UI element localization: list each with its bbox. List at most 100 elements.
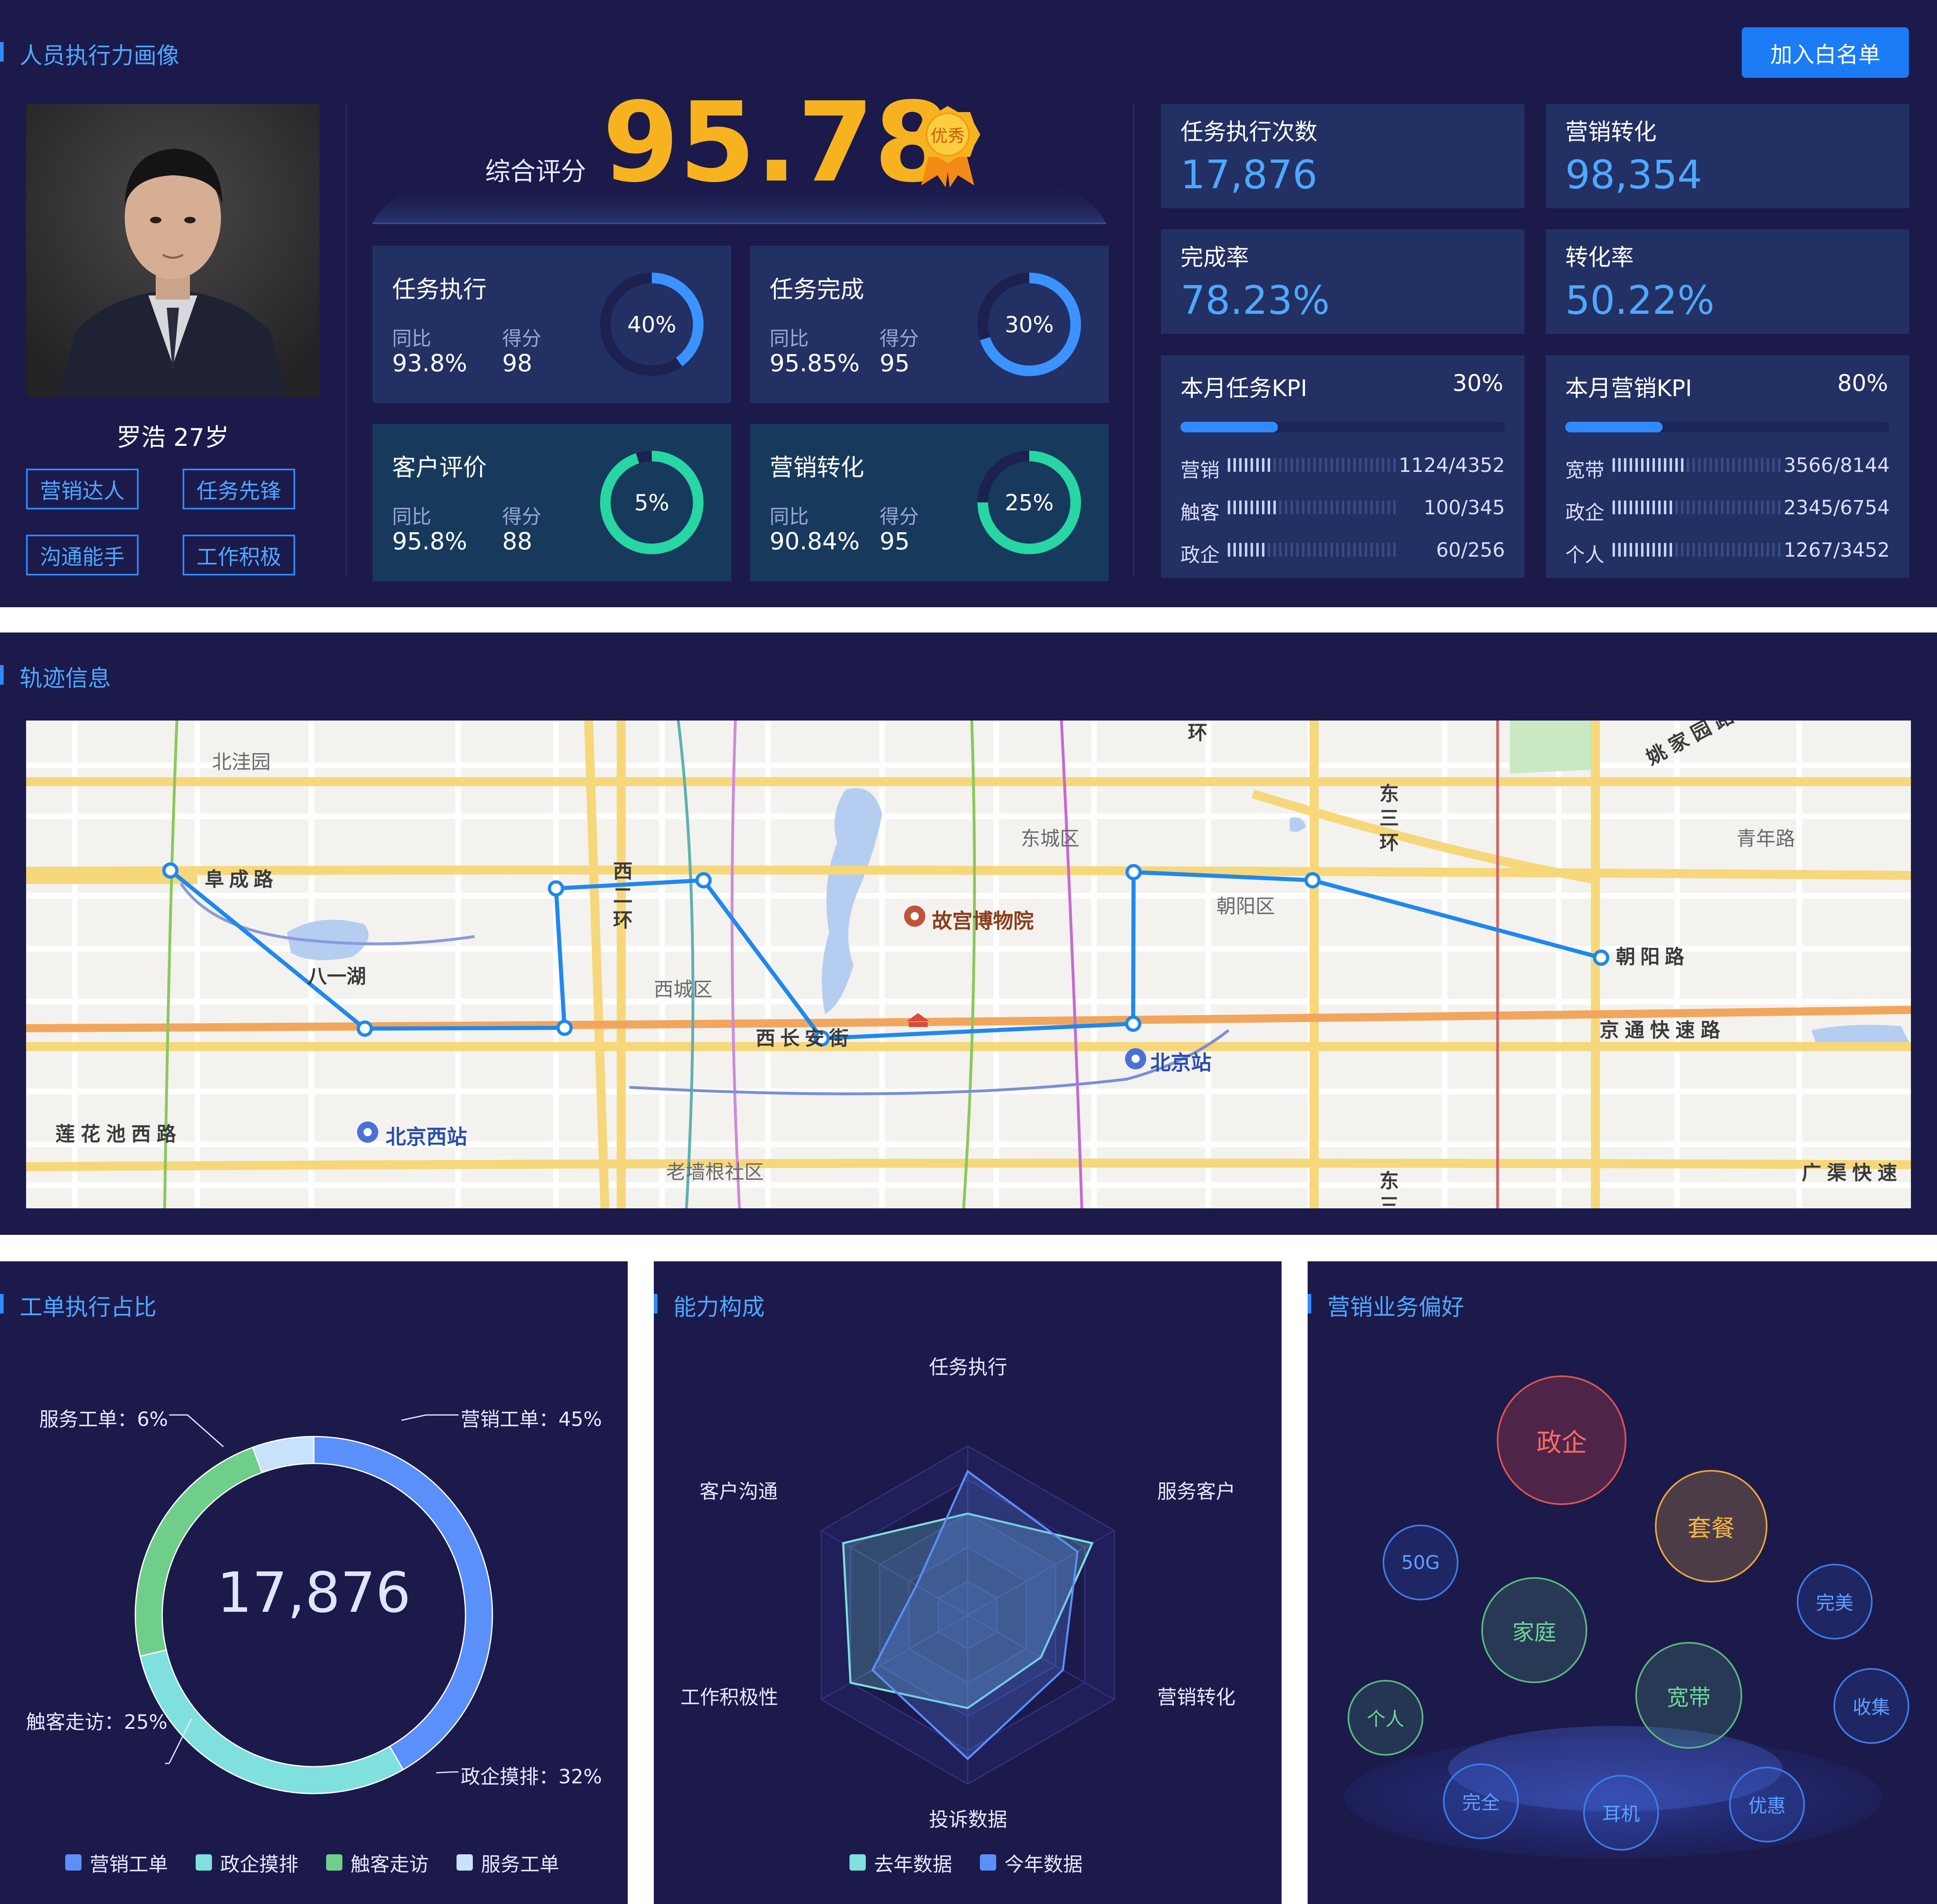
add-whitelist-button[interactable]: 加入白名单 [1742, 27, 1909, 78]
legend-this-year[interactable]: 今年数据 [980, 1848, 1083, 1877]
kpi-tick [1613, 543, 1615, 557]
kpi-row-value: 2345/6754 [1783, 496, 1890, 519]
map-poi[interactable]: 故宫博物院 [932, 905, 1034, 934]
metric-card-marketing-conversion[interactable]: 营销转化 同比 得分 90.84% 95 25% [750, 424, 1109, 581]
metric-card-task-execution[interactable]: 任务执行 同比 得分 93.8% 98 40% [373, 246, 731, 403]
kpi-tick [1647, 458, 1649, 472]
kpi-tick-bar [1613, 543, 1780, 557]
kpi-tick [1279, 543, 1282, 557]
tag-task-pioneer[interactable]: 任务先锋 [183, 469, 295, 509]
kpi-tick [1647, 543, 1649, 557]
metric-card-task-completion[interactable]: 任务完成 同比 得分 95.85% 95 30% [750, 246, 1109, 403]
bubble-label: 个人 [1367, 1708, 1404, 1730]
kpi-tick [1647, 500, 1649, 514]
metric-card-customer-rating[interactable]: 客户评价 同比 得分 95.8% 88 5% [373, 424, 731, 581]
metric-yoy-value: 93.8% [392, 349, 468, 377]
kpi-row-value: 100/345 [1423, 496, 1505, 519]
donut-slice-政企摸排[interactable] [139, 1649, 404, 1794]
bubble-label: 完美 [1816, 1592, 1853, 1614]
pie-label-visits: 触客走访：25% [26, 1711, 168, 1734]
kpi-tick [1256, 458, 1259, 472]
kpi-tick [1365, 500, 1367, 514]
divider [346, 104, 347, 577]
kpi-tick [1233, 458, 1236, 472]
kpi-title: 本月任务KPI [1180, 375, 1308, 402]
bubble-government[interactable]: 政企 [1497, 1375, 1626, 1505]
metric-title: 营销转化 [770, 454, 865, 481]
legend-visits[interactable]: 触客走访 [326, 1848, 429, 1877]
legend-label: 触客走访 [351, 1853, 429, 1876]
kpi-row-label: 触客 [1180, 501, 1220, 524]
kpi-tick [1296, 500, 1299, 514]
tag-proactive[interactable]: 工作积极 [183, 535, 295, 575]
kpi-tick [1325, 458, 1327, 472]
kpi-tick [1704, 458, 1706, 472]
kpi-tick [1692, 500, 1695, 514]
kpi-tick [1245, 500, 1247, 514]
kpi-tick [1365, 458, 1367, 472]
kpi-tick [1652, 458, 1655, 472]
bubble-broadband[interactable]: 宽带 [1635, 1642, 1742, 1749]
bubble-family[interactable]: 家庭 [1481, 1577, 1587, 1683]
kpi-tick [1613, 458, 1615, 472]
kpi-percent: 80% [1837, 370, 1888, 397]
kpi-tick [1342, 458, 1344, 472]
kpi-tick [1256, 500, 1259, 514]
tag-communicator[interactable]: 沟通能手 [26, 535, 139, 575]
kpi-tick [1388, 543, 1390, 557]
legend-government[interactable]: 政企摸排 [196, 1848, 298, 1877]
kpi-tick [1382, 458, 1384, 472]
kpi-tick [1302, 500, 1304, 514]
bubble-package[interactable]: 套餐 [1655, 1470, 1767, 1582]
bubble-discount[interactable]: 优惠 [1729, 1767, 1805, 1842]
work-order-panel: 工单执行占比 17,876 营销工单：45% 政企摸排：32% 触客走访：25%… [0, 1261, 628, 1904]
map-poi[interactable]: 北京西站 [386, 1121, 467, 1150]
bubble-personal[interactable]: 个人 [1348, 1680, 1423, 1756]
legend-last-year[interactable]: 去年数据 [849, 1848, 952, 1877]
bubble-collect[interactable]: 收集 [1833, 1668, 1909, 1744]
metric-yoy-label: 同比 [770, 327, 809, 350]
kpi-tick [1698, 458, 1701, 472]
kpi-tick [1370, 458, 1373, 472]
kpi-row-label: 政企 [1180, 544, 1220, 566]
map-label: 西城区 [654, 978, 713, 1001]
bubble-label: 50G [1401, 1551, 1440, 1573]
kpi-tick [1767, 500, 1769, 514]
legend-swatch [849, 1854, 866, 1871]
kpi-title: 本月营销KPI [1565, 375, 1692, 402]
kpi-tick [1664, 543, 1666, 557]
kpi-tick [1393, 458, 1396, 472]
kpi-tick [1710, 500, 1712, 514]
pie-label-marketing: 营销工单：45% [461, 1408, 602, 1431]
kpi-tick [1698, 543, 1701, 557]
kpi-tick [1296, 458, 1299, 472]
legend-swatch [326, 1854, 342, 1871]
legend-marketing[interactable]: 营销工单 [65, 1848, 168, 1877]
kpi-tick [1687, 458, 1689, 472]
kpi-tick [1313, 458, 1316, 472]
bubble-complete[interactable]: 完全 [1443, 1763, 1519, 1839]
kpi-tick [1727, 458, 1729, 472]
kpi-tick [1319, 543, 1321, 557]
bubble-label: 套餐 [1687, 1514, 1735, 1542]
kpi-tick [1721, 543, 1723, 557]
kpi-tick [1744, 458, 1746, 472]
kpi-tick-bar [1613, 500, 1780, 514]
tag-sales-expert[interactable]: 营销达人 [26, 469, 139, 509]
legend-service[interactable]: 服务工单 [457, 1848, 559, 1877]
donut-slice-服务工单[interactable] [252, 1436, 315, 1474]
kpi-tick [1687, 500, 1689, 514]
kpi-tick [1285, 543, 1287, 557]
map-poi[interactable]: 北京站 [1150, 1047, 1211, 1076]
kpi-tick [1698, 500, 1701, 514]
person-name-age: 罗浩 27岁 [117, 423, 229, 452]
kpi-tick [1228, 543, 1230, 557]
bubble-50g[interactable]: 50G [1383, 1525, 1458, 1600]
bubble-perfect[interactable]: 完美 [1797, 1564, 1873, 1640]
kpi-tick [1767, 543, 1769, 557]
map-label: 西二环 [613, 860, 633, 932]
bubble-earphone[interactable]: 耳机 [1583, 1775, 1659, 1851]
kpi-tick [1365, 543, 1367, 557]
map-label: 朝阳区 [1216, 895, 1275, 918]
trajectory-map[interactable]: 北洼园 阜成路 八一湖 西二环 西城区 西长安街 东城区 故宫博物院 北京站 朝… [26, 721, 1911, 1208]
